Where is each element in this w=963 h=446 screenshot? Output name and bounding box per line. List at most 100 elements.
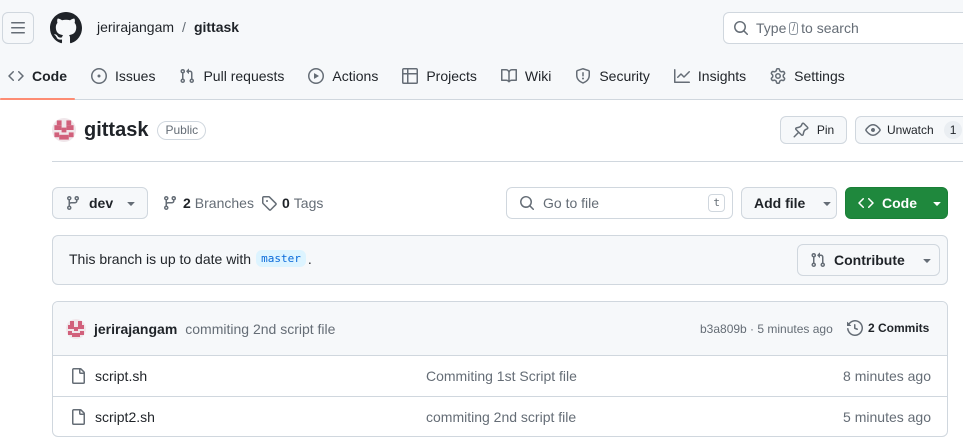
branch-selector-button[interactable]: dev [52, 187, 148, 219]
unwatch-label: Unwatch [887, 123, 934, 137]
contribute-button[interactable]: Contribute [797, 244, 940, 276]
tab-code[interactable]: Code [0, 56, 75, 100]
tags-count: 0 [282, 195, 290, 211]
tab-settings[interactable]: Settings [762, 56, 853, 96]
pin-icon [793, 122, 809, 138]
unwatch-button[interactable]: Unwatch 1 [855, 116, 963, 144]
code-icon [8, 70, 24, 82]
tab-projects[interactable]: Projects [394, 56, 485, 96]
branch-status-suffix: . [307, 250, 312, 267]
breadcrumb-separator: / [182, 19, 186, 35]
avatar[interactable] [66, 319, 86, 339]
shield-icon [576, 68, 591, 84]
github-logo-icon[interactable] [50, 12, 82, 44]
branch-icon [163, 196, 176, 211]
tab-actions[interactable]: Actions [300, 56, 386, 96]
caret-down-icon [923, 259, 931, 263]
search-suffix-text: to search [801, 20, 859, 36]
tag-icon [262, 196, 277, 211]
file-commit-time: 8 minutes ago [843, 368, 931, 384]
visibility-badge: Public [157, 120, 207, 140]
caret-down-icon [127, 202, 135, 206]
file-commit-message-link[interactable]: Commiting 1st Script file [426, 368, 577, 384]
branch-status-banner: This branch is up to date with master . … [52, 235, 948, 285]
latest-commit-row: jerirajangam commiting 2nd script file b… [53, 302, 947, 356]
commits-history-link[interactable]: 2 Commits [847, 320, 929, 336]
table-row[interactable]: script2.sh commiting 2nd script file 5 m… [53, 397, 947, 436]
code-button[interactable]: Code [845, 187, 948, 219]
caret-down-icon [823, 202, 831, 206]
menu-button[interactable] [2, 12, 34, 44]
file-icon [72, 368, 85, 384]
tab-wiki[interactable]: Wiki [493, 56, 559, 96]
pin-label: Pin [816, 123, 835, 137]
table-icon [402, 68, 419, 84]
file-name-link[interactable]: script2.sh [95, 409, 155, 425]
go-to-file-shortcut-key: t [708, 194, 725, 212]
issue-icon [91, 68, 107, 84]
go-to-file-placeholder: Go to file [543, 195, 600, 211]
branch-name: dev [89, 195, 114, 211]
global-header: jerirajangam / gittask Type / to search … [0, 0, 963, 100]
avatar[interactable] [52, 118, 76, 142]
tab-issues-label: Issues [115, 68, 156, 84]
watch-count: 1 [943, 121, 963, 139]
go-to-file-input[interactable]: Go to file t [506, 187, 733, 219]
commit-author-link[interactable]: jerirajangam [94, 321, 177, 337]
commit-sha-and-time[interactable]: b3a809b · 5 minutes ago [700, 322, 833, 336]
tab-security[interactable]: Security [567, 56, 658, 96]
pull-request-icon [811, 252, 826, 268]
file-icon [72, 409, 85, 425]
tab-settings-label: Settings [794, 68, 845, 84]
commit-message-link[interactable]: commiting 2nd script file [185, 321, 335, 337]
global-search-input[interactable]: Type / to search [723, 12, 963, 44]
repo-nav-tabs: Code Issues Pull requests Actions Projec… [0, 56, 853, 100]
search-icon [520, 196, 535, 211]
branches-label: Branches [194, 195, 254, 211]
table-row[interactable]: script.sh Commiting 1st Script file 8 mi… [53, 356, 947, 397]
add-file-button[interactable]: Add file [741, 187, 837, 219]
hamburger-icon [11, 22, 25, 34]
history-icon [847, 320, 863, 336]
commits-count-label: 2 Commits [868, 321, 930, 335]
tags-link[interactable]: 0 Tags [261, 187, 323, 219]
repo-name[interactable]: gittask [84, 119, 148, 142]
gear-icon [770, 68, 786, 84]
compare-branch-link[interactable]: master [256, 250, 306, 267]
tab-pull-requests[interactable]: Pull requests [171, 56, 292, 96]
tab-issues[interactable]: Issues [83, 56, 163, 96]
tab-actions-label: Actions [332, 68, 379, 84]
file-name-link[interactable]: script.sh [95, 368, 147, 384]
search-icon [734, 21, 749, 36]
latest-commit-author: jerirajangam commiting 2nd script file [66, 319, 335, 339]
tab-insights-label: Insights [697, 68, 747, 84]
tags-label: Tags [293, 195, 324, 211]
file-commit-time: 5 minutes ago [843, 409, 931, 425]
branches-count: 2 [183, 195, 191, 211]
pin-button[interactable]: Pin [780, 116, 847, 144]
add-file-label: Add file [754, 195, 806, 211]
breadcrumb-owner-link[interactable]: jerirajangam [97, 19, 174, 35]
tab-projects-label: Projects [426, 68, 477, 84]
tab-insights[interactable]: Insights [666, 56, 754, 96]
code-icon [858, 197, 874, 209]
file-commit-message-link[interactable]: commiting 2nd script file [426, 409, 576, 425]
branches-link[interactable]: 2 Branches [162, 187, 254, 219]
contribute-label: Contribute [834, 252, 905, 268]
breadcrumb: jerirajangam / gittask [97, 19, 239, 35]
code-button-label: Code [882, 195, 917, 211]
divider [52, 161, 963, 162]
branch-icon [66, 196, 79, 211]
search-shortcut-key: / [789, 21, 799, 35]
file-table: jerirajangam commiting 2nd script file b… [52, 301, 948, 437]
eye-icon [865, 124, 881, 136]
tab-code-label: Code [32, 68, 67, 84]
caret-down-icon [933, 202, 941, 206]
branch-status-message: This branch is up to date with [69, 250, 252, 267]
pull-request-icon [180, 68, 195, 84]
play-icon [308, 68, 325, 84]
breadcrumb-repo-link[interactable]: gittask [194, 19, 239, 35]
search-prefix-text: Type [756, 20, 787, 36]
tab-pull-requests-label: Pull requests [203, 68, 285, 84]
branch-status-text: This branch is up to date with master . [69, 250, 312, 267]
